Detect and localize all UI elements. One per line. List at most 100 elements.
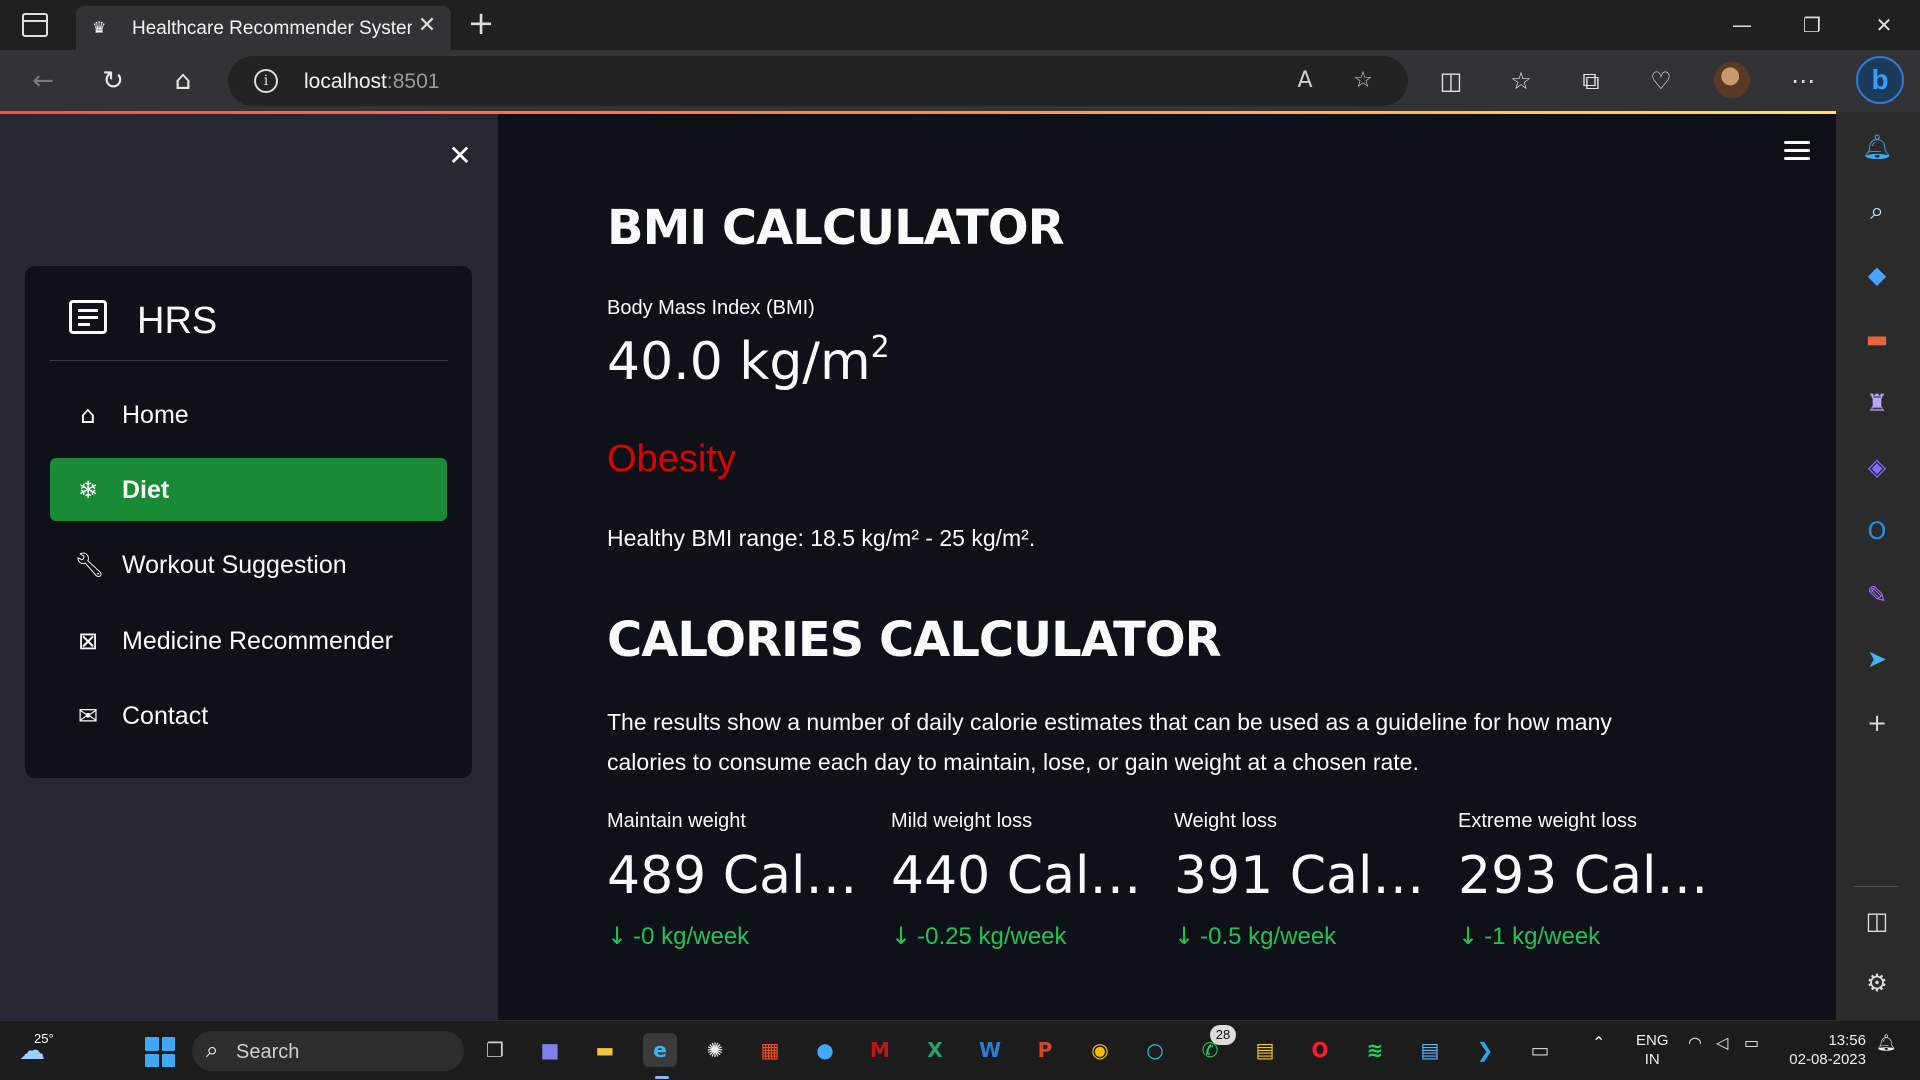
profile-avatar[interactable] — [1714, 62, 1750, 98]
house-icon: ⌂ — [80, 401, 96, 429]
vscode-icon[interactable]: ❯ — [1468, 1033, 1502, 1067]
sidebar-item-label: Workout Suggestion — [122, 551, 347, 579]
metric-delta: ↓ -0.25 kg/week — [891, 922, 1067, 950]
address-bar[interactable]: i localhost:8501 A ☆ — [228, 56, 1408, 106]
whatsapp-unread-badge: 28 — [1210, 1025, 1236, 1045]
task-view-icon[interactable]: ❐ — [478, 1033, 512, 1067]
new-tab-icon[interactable]: + — [466, 7, 496, 39]
tab-title: Healthcare Recommender System — [132, 18, 412, 39]
microsoft-365-icon[interactable]: ◈ — [1858, 448, 1896, 486]
main-menu-hamburger-icon[interactable] — [1784, 141, 1810, 161]
outlook-icon[interactable]: O — [1858, 512, 1896, 550]
tools-briefcase-icon[interactable]: ▬ — [1858, 320, 1896, 358]
minimize-icon[interactable]: — — [1722, 10, 1762, 40]
games-chess-icon[interactable]: ♜ — [1858, 384, 1896, 422]
site-info-icon[interactable]: i — [254, 69, 278, 93]
wifi-icon[interactable]: ◠ — [1688, 1033, 1702, 1052]
weather-widget-icon[interactable]: ☁ 25° — [12, 1031, 54, 1071]
add-sidebar-app-icon[interactable]: + — [1858, 704, 1896, 742]
arrow-down-icon: ↓ — [1458, 922, 1479, 950]
edge-taskbar-icon[interactable]: e — [643, 1033, 677, 1067]
file-explorer-icon[interactable]: ▬ — [588, 1033, 622, 1067]
read-aloud-icon[interactable]: A — [1290, 66, 1320, 96]
designer-icon[interactable]: ✎ — [1858, 576, 1896, 614]
back-icon[interactable]: ← — [26, 64, 60, 98]
arrow-down-icon: ↓ — [1174, 922, 1195, 950]
home-icon[interactable]: ⌂ — [166, 64, 200, 98]
metric-value: 440 Calories/day — [891, 846, 1153, 906]
sidebar-item-workout-suggestion[interactable]: 🔧︎ Workout Suggestion — [50, 533, 447, 596]
word-icon[interactable]: W — [973, 1033, 1007, 1067]
split-screen-icon[interactable]: ◫ — [1434, 64, 1468, 98]
python-file-icon[interactable]: ▤ — [1248, 1033, 1282, 1067]
sidebar-item-contact[interactable]: ✉ Contact — [50, 684, 447, 747]
sidebar-settings-gear-icon[interactable]: ⚙ — [1858, 964, 1896, 1002]
calories-description: The results show a number of daily calor… — [607, 709, 1612, 775]
terminal-icon[interactable]: ▭ — [1523, 1033, 1557, 1067]
more-menu-icon[interactable]: ⋯ — [1786, 64, 1820, 98]
excel-icon[interactable]: X — [918, 1033, 952, 1067]
menu-list-icon — [69, 300, 107, 334]
favorite-star-icon[interactable]: ☆ — [1348, 66, 1378, 96]
chatgpt-icon[interactable]: ✺ — [698, 1033, 732, 1067]
sidebar-search-icon[interactable]: ⌕ — [1858, 192, 1896, 230]
language-indicator[interactable]: ENG IN — [1636, 1031, 1669, 1069]
powerpoint-icon[interactable]: P — [1028, 1033, 1062, 1067]
bmi-metric-value: 40.0 kg/m2 — [607, 330, 890, 392]
edge-running-indicator — [655, 1076, 669, 1079]
tray-overflow-chevron-icon[interactable]: ⌃ — [1592, 1033, 1605, 1052]
volume-icon[interactable]: ◁ — [1716, 1033, 1728, 1052]
metric-label: Mild weight loss — [891, 810, 1033, 832]
opera-icon[interactable]: O — [1303, 1033, 1337, 1067]
sidebar-item-diet[interactable]: ❄ Diet — [50, 458, 447, 521]
sidebar-item-medicine-recommender[interactable]: ⊠ Medicine Recommender — [50, 609, 447, 672]
metric-mild-weight-loss: Mild weight loss 440 Calories/day ↓-0.25… — [891, 810, 1161, 960]
cortana-ring-icon[interactable]: ○ — [1138, 1033, 1172, 1067]
spotify-icon[interactable]: ≋ — [1358, 1033, 1392, 1067]
bmi-metric-label: Body Mass Index (BMI) — [607, 297, 815, 319]
menu-divider — [49, 360, 448, 361]
menu-title: HRS — [137, 300, 218, 342]
close-sidebar-icon[interactable]: ✕ — [446, 142, 474, 170]
chrome-icon[interactable]: ◉ — [1083, 1033, 1117, 1067]
edge-sidebar: 🔔︎ ⌕ ◆ ▬ ♜ ◈ O ✎ ➤ + ◫ ⚙ — [1836, 112, 1920, 1020]
taskbar-search[interactable]: ⌕ Search — [192, 1031, 464, 1071]
browser-toolbar: ← ↻ ⌂ i localhost:8501 A ☆ ◫ ☆ ⧉ ♡ ⋯ — [0, 50, 1920, 112]
window-close-icon[interactable]: ✕ — [1864, 10, 1904, 40]
hide-sidebar-icon[interactable]: ◫ — [1858, 902, 1896, 940]
bmi-heading: BMI CALCULATOR — [607, 200, 1065, 256]
collections-icon[interactable]: ⧉ — [1574, 64, 1608, 98]
get-started-icon[interactable]: ● — [808, 1033, 842, 1067]
browser-essentials-icon[interactable]: ♡ — [1644, 64, 1678, 98]
start-windows-icon[interactable] — [145, 1037, 175, 1067]
bmi-status: Obesity — [607, 438, 736, 480]
tab-close-icon[interactable]: ✕ — [415, 14, 439, 38]
metric-label: Extreme weight loss — [1458, 810, 1637, 832]
sidebar-item-label: Contact — [122, 702, 209, 730]
browser-tab[interactable]: ♛ Healthcare Recommender System ✕ — [76, 6, 451, 50]
search-icon: ⌕ — [206, 1038, 219, 1063]
mcafee-icon[interactable]: M — [863, 1033, 897, 1067]
healthy-bmi-range: Healthy BMI range: 18.5 kg/m² - 25 kg/m²… — [607, 525, 1036, 551]
metric-value: 293 Calories/day — [1458, 846, 1720, 906]
drop-send-icon[interactable]: ➤ — [1858, 640, 1896, 678]
metric-value: 489 Calories/day — [607, 846, 869, 906]
metric-delta: ↓ -0.5 kg/week — [1174, 922, 1337, 950]
calories-heading: CALORIES CALCULATOR — [607, 612, 1222, 668]
url-text[interactable]: localhost:8501 — [304, 70, 439, 94]
system-clock[interactable]: 13:56 02-08-2023 — [1786, 1031, 1866, 1069]
copilot-icon[interactable]: b — [1856, 56, 1904, 104]
teams-chat-icon[interactable]: ■ — [533, 1033, 567, 1067]
notifications-bell-icon[interactable]: 🔔︎ — [1858, 128, 1896, 166]
reload-icon[interactable]: ↻ — [96, 64, 130, 98]
notification-bell-icon[interactable]: 🔔︎ — [1876, 1033, 1896, 1052]
microsoft-store-icon[interactable]: ▦ — [753, 1033, 787, 1067]
arrow-down-icon: ↓ — [891, 922, 912, 950]
restore-icon[interactable]: ❐ — [1792, 10, 1832, 40]
sidebar-item-home[interactable]: ⌂ Home — [50, 383, 447, 446]
tab-actions-icon[interactable] — [22, 13, 48, 37]
battery-icon[interactable]: ▭ — [1744, 1033, 1759, 1052]
shopping-tag-icon[interactable]: ◆ — [1858, 256, 1896, 294]
favorites-icon[interactable]: ☆ — [1504, 64, 1538, 98]
notepad-icon[interactable]: ▤ — [1413, 1033, 1447, 1067]
